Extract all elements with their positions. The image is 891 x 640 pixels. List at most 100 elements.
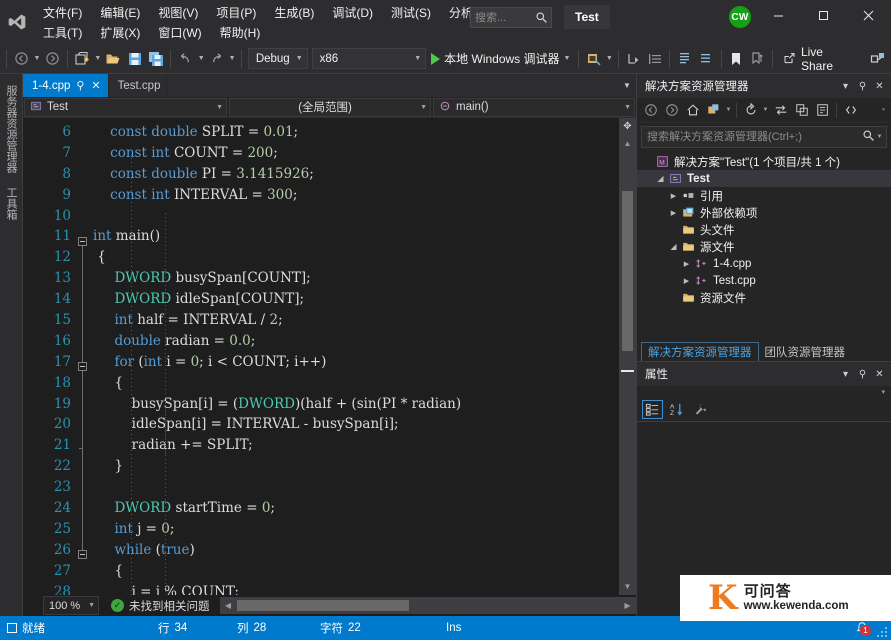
tree-item[interactable]: ▶ 外部依赖项 [637, 204, 891, 221]
chevron-collapsed-icon[interactable]: ▶ [667, 209, 680, 217]
fold-row[interactable] [76, 247, 91, 268]
code-line[interactable]: DWORD busySpan[COUNT]; [91, 268, 619, 289]
toolbar-overflow-icon[interactable]: » [879, 100, 888, 121]
fold-row[interactable] [76, 414, 91, 435]
undo-icon[interactable] [175, 47, 196, 71]
save-icon[interactable] [124, 47, 145, 71]
chevron-expanded-icon[interactable]: ◢ [654, 174, 667, 183]
code-line[interactable] [91, 477, 619, 498]
scroll-right-icon[interactable]: ▶ [619, 597, 636, 614]
tree-item[interactable]: ◢ Test [637, 170, 891, 187]
panel-menu-chevron-icon[interactable]: ▾ [837, 76, 854, 96]
code-line[interactable]: int j = 0; [91, 519, 619, 540]
fold-row[interactable] [76, 519, 91, 540]
scroll-down-icon[interactable]: ▼ [619, 578, 636, 595]
step-into-icon[interactable] [623, 47, 644, 71]
zoom-select[interactable]: 100 % ▼ [43, 596, 99, 615]
fold-row[interactable] [76, 226, 91, 247]
fold-row[interactable] [76, 498, 91, 519]
solution-platform-combo[interactable]: x86 ▼ [311, 48, 427, 69]
fold-row[interactable] [76, 164, 91, 185]
categorized-view-icon[interactable] [642, 400, 663, 419]
indent-icon[interactable] [644, 47, 665, 71]
maximize-button[interactable] [801, 0, 846, 30]
code-line[interactable]: const double SPLIT = 0.01; [91, 122, 619, 143]
fold-row[interactable] [76, 561, 91, 582]
menu-help[interactable]: 帮助(H) [211, 23, 270, 43]
fold-row[interactable] [76, 373, 91, 394]
scroll-up-icon[interactable]: ▲ [619, 135, 636, 152]
navigate-backward-icon[interactable] [11, 47, 32, 71]
tab-solution-explorer[interactable]: 解决方案资源管理器 [641, 342, 759, 361]
code-line[interactable]: { [91, 247, 619, 268]
alphabetical-sort-icon[interactable]: AZ [666, 400, 687, 419]
refresh-icon[interactable] [740, 100, 761, 121]
fold-row[interactable] [76, 268, 91, 289]
fold-row[interactable] [76, 456, 91, 477]
tab-list-chevron-icon[interactable]: ▼ [618, 74, 636, 97]
code-line[interactable]: DWORD idleSpan[COUNT]; [91, 289, 619, 310]
code-line[interactable]: int half = INTERVAL / 2; [91, 310, 619, 331]
menu-view[interactable]: 视图(V) [149, 3, 207, 23]
code-text[interactable]: const double SPLIT = 0.01; const int COU… [91, 118, 619, 595]
comment-icon[interactable] [674, 47, 695, 71]
close-icon[interactable]: ✕ [90, 79, 101, 92]
fold-row[interactable] [76, 352, 91, 373]
menu-debug[interactable]: 调试(D) [323, 3, 382, 23]
start-debugging-button[interactable]: 本地 Windows 调试器 ▼ [428, 47, 574, 71]
redo-dropdown-icon[interactable]: ▼ [227, 47, 237, 71]
tree-item[interactable]: 头文件 [637, 221, 891, 238]
pending-changes-icon[interactable] [703, 100, 724, 121]
code-line[interactable]: int main() [91, 226, 619, 247]
code-line[interactable]: radian += SPLIT; [91, 435, 619, 456]
code-line[interactable]: double radian = 0.0; [91, 331, 619, 352]
solution-name-chip[interactable]: Test [564, 5, 610, 29]
menu-file[interactable]: 文件(F) [34, 3, 91, 23]
fold-row[interactable] [76, 477, 91, 498]
tree-item[interactable]: ▶ Test.cpp [637, 272, 891, 289]
chevron-collapsed-icon[interactable]: ▶ [680, 277, 693, 285]
code-line[interactable]: busySpan[i] = (DWORD)(half + (sin(PI * r… [91, 394, 619, 415]
fold-row[interactable] [76, 122, 91, 143]
code-line[interactable] [91, 206, 619, 227]
toggle-bookmark-icon[interactable] [747, 47, 768, 71]
live-share-button[interactable]: Live Share [777, 45, 857, 73]
code-line[interactable]: DWORD startTime = 0; [91, 498, 619, 519]
global-search-box[interactable] [470, 7, 552, 28]
hscroll-track[interactable] [236, 597, 620, 614]
sync-icon[interactable] [770, 100, 791, 121]
refresh-dropdown-icon[interactable]: ▼ [761, 100, 770, 121]
hscrollbar-thumb[interactable] [236, 600, 409, 611]
editor-tab-test-cpp[interactable]: Test.cpp [108, 74, 168, 97]
solution-explorer-search[interactable]: ▼ [641, 126, 887, 148]
chevron-collapsed-icon[interactable]: ▶ [667, 192, 680, 200]
breakpoint-margin[interactable] [23, 118, 40, 595]
menu-test[interactable]: 测试(S) [382, 3, 440, 23]
menu-tools[interactable]: 工具(T) [34, 23, 91, 43]
issue-indicator[interactable]: ✓ 未找到相关问题 [111, 598, 210, 614]
code-line[interactable]: const double PI = 3.1415926; [91, 164, 619, 185]
properties-window-icon[interactable] [812, 100, 833, 121]
uncomment-icon[interactable] [696, 47, 717, 71]
back-icon[interactable] [640, 100, 661, 121]
menu-edit[interactable]: 编辑(E) [91, 3, 149, 23]
resize-grip[interactable] [876, 626, 888, 638]
code-editor[interactable]: 6 7 8 9 10 11 12 13 14 15 16 17 18 19 20 21 22 23 24 25 26 27… [23, 118, 636, 595]
pin-icon[interactable]: ⚲ [854, 364, 871, 384]
redo-icon[interactable] [206, 47, 227, 71]
chevron-collapsed-icon[interactable]: ▶ [680, 260, 693, 268]
tree-item[interactable]: M 解决方案"Test"(1 个项目/共 1 个) [637, 153, 891, 170]
panel-menu-chevron-icon[interactable]: ▾ [837, 364, 854, 384]
editor-horizontal-scrollbar[interactable]: ◀ ▶ [219, 597, 636, 614]
close-icon[interactable]: ✕ [871, 76, 888, 96]
scroll-left-icon[interactable]: ◀ [220, 597, 237, 614]
fold-row[interactable] [76, 289, 91, 310]
menu-project[interactable]: 项目(P) [207, 3, 265, 23]
forward-icon[interactable] [661, 100, 682, 121]
fold-row[interactable] [76, 394, 91, 415]
fold-row[interactable] [76, 310, 91, 331]
fold-row[interactable] [76, 206, 91, 227]
code-line[interactable]: { [91, 373, 619, 394]
code-line[interactable]: while (true) [91, 540, 619, 561]
menu-extensions[interactable]: 扩展(X) [91, 23, 149, 43]
